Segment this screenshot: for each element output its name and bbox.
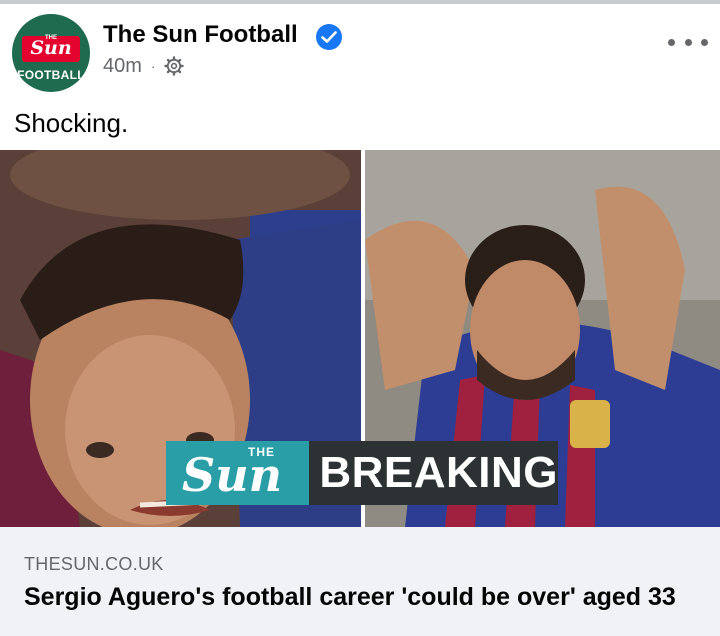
avatar-football-label: FOOTBALL — [17, 68, 85, 82]
post-meta: 40m · — [103, 53, 184, 79]
post-header: THE Sun FOOTBALL The Sun Football 40m · — [0, 4, 720, 104]
avatar-logo-word: Sun — [30, 37, 72, 59]
page-name-link[interactable]: The Sun Football — [103, 21, 298, 49]
link-preview[interactable]: THESUN.CO.UK Sergio Aguero's football ca… — [0, 527, 720, 636]
banner-sun-logo: THE Sun — [166, 441, 310, 505]
banner-logo-word: Sun — [182, 448, 283, 502]
page-avatar[interactable]: THE Sun FOOTBALL — [12, 14, 90, 92]
link-domain: THESUN.CO.UK — [24, 554, 164, 574]
gear-icon[interactable] — [163, 56, 184, 76]
more-dot — [668, 38, 675, 46]
post-timestamp[interactable]: 40m — [103, 55, 142, 78]
link-headline[interactable]: Sergio Aguero's football career 'could b… — [24, 583, 676, 612]
banner-breaking-label: BREAKING — [309, 441, 558, 505]
more-dot — [701, 38, 708, 46]
verified-badge-icon — [316, 24, 342, 50]
post-caption: Shocking. — [14, 108, 129, 138]
avatar-sun-logo: THE Sun — [22, 35, 80, 62]
post-media[interactable]: THE Sun BREAKING — [0, 150, 720, 527]
breaking-banner: THE Sun BREAKING — [166, 441, 558, 505]
meta-separator: · — [150, 58, 156, 74]
more-dot — [684, 38, 692, 46]
more-options-icon[interactable] — [668, 32, 708, 52]
